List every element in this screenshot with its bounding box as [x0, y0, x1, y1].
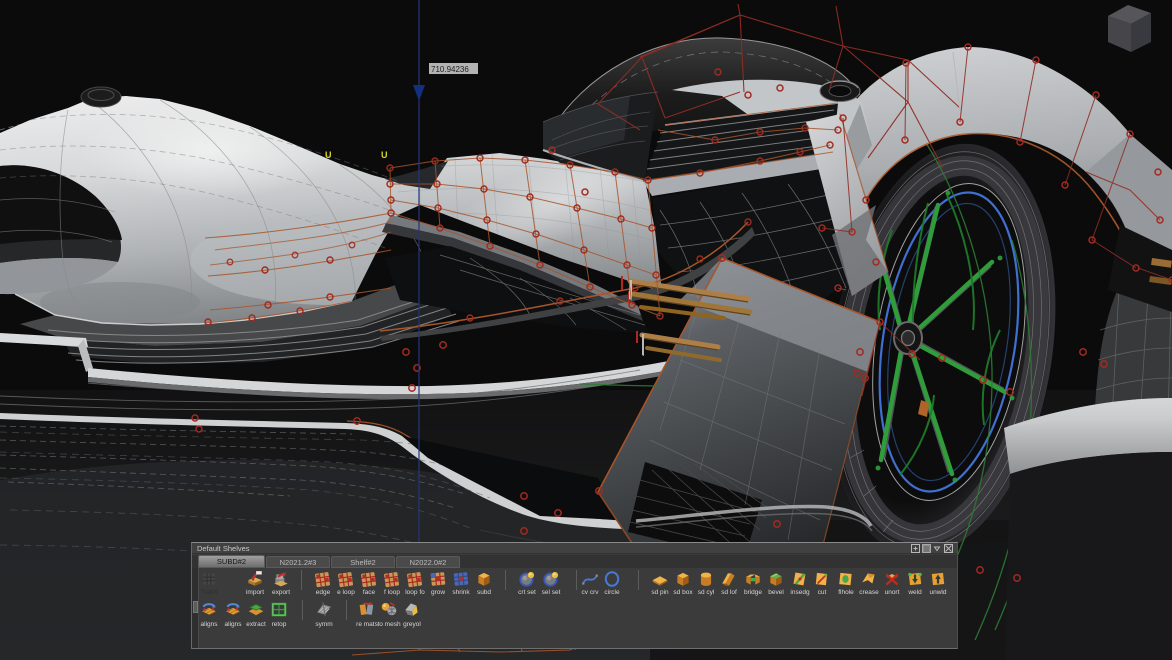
svg-text:710.94236: 710.94236	[431, 65, 469, 74]
svg-text:U: U	[325, 150, 332, 160]
svg-text:U: U	[381, 150, 388, 160]
